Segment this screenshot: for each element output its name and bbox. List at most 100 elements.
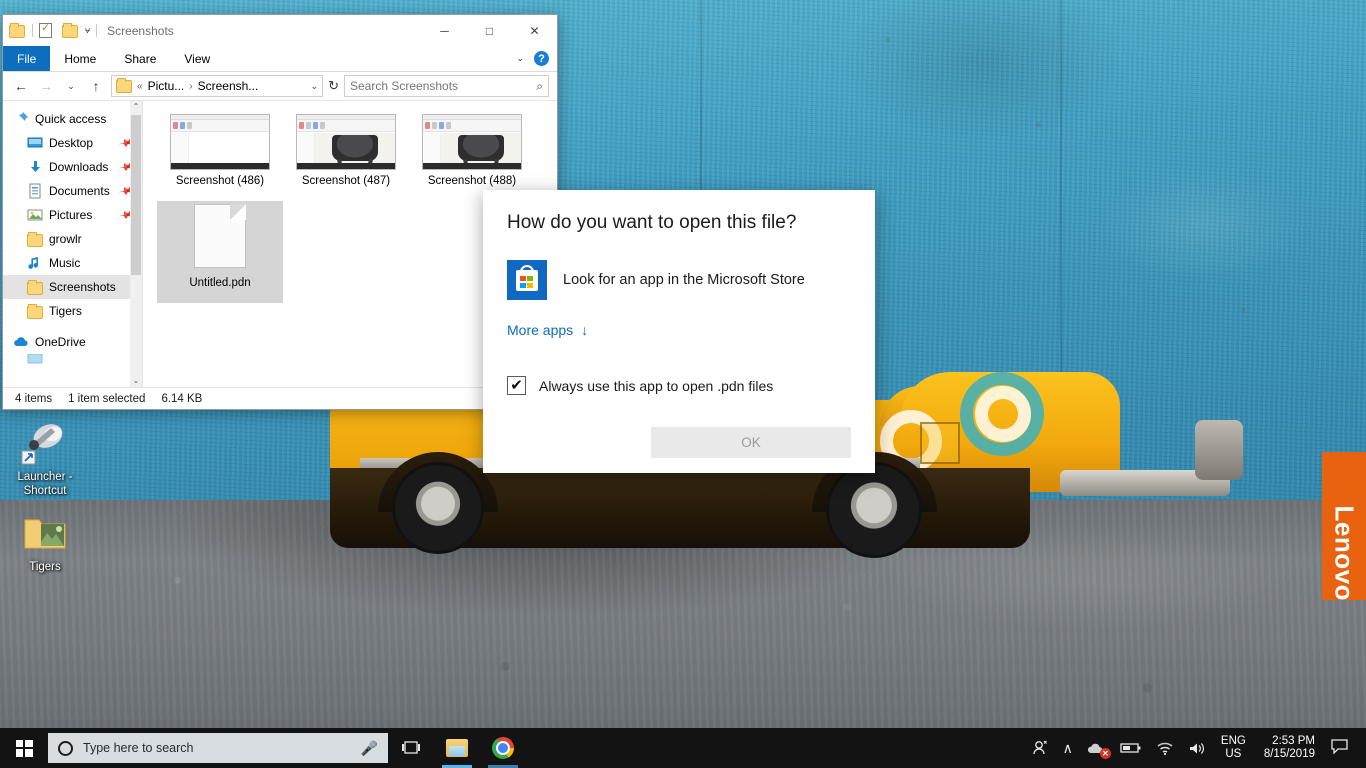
tab-share[interactable]: Share: [110, 46, 170, 71]
action-center-button[interactable]: [1325, 738, 1360, 758]
file-explorer-icon: [446, 739, 468, 757]
quick-access-toolbar[interactable]: ⩝: [9, 21, 98, 39]
sidebar-item-pictures[interactable]: Pictures 📌: [3, 203, 142, 227]
sidebar-item-downloads[interactable]: Downloads 📌: [3, 155, 142, 179]
sidebar-item-label: Downloads: [49, 160, 109, 174]
show-hidden-icons-chevron[interactable]: ∧: [1056, 728, 1080, 768]
sidebar-item-label: OneDrive: [35, 335, 86, 349]
cortana-circle-icon: [58, 740, 73, 756]
new-folder-icon[interactable]: [62, 22, 79, 39]
battery-icon[interactable]: [1113, 728, 1149, 768]
always-use-checkbox[interactable]: ✔: [507, 376, 526, 395]
file-item[interactable]: Screenshot (487): [283, 111, 409, 201]
desktop-icon-launcher[interactable]: Launcher - Shortcut: [2, 418, 88, 498]
arrow-down-icon: ↓: [581, 322, 589, 338]
sidebar-item-label: Desktop: [49, 136, 94, 150]
more-apps-label: More apps: [507, 322, 574, 338]
always-use-checkbox-row[interactable]: ✔ Always use this app to open .pdn files: [507, 376, 851, 395]
search-placeholder: Search Screenshots: [350, 79, 459, 93]
taskbar-app-file-explorer[interactable]: [434, 728, 480, 768]
status-bar: 4 items 1 item selected 6.14 KB: [3, 387, 557, 409]
breadcrumb-current[interactable]: Screensh...: [198, 79, 259, 93]
customize-chevron-icon[interactable]: ⩝: [85, 25, 90, 36]
breadcrumb[interactable]: « Pictu... › Screensh... ⌄: [111, 75, 324, 97]
screenshot-blank-thumbnail: [170, 114, 270, 172]
taskbar-app-chrome[interactable]: [480, 728, 526, 768]
onedrive-tray-icon[interactable]: ✕: [1080, 728, 1113, 768]
tab-file[interactable]: File: [3, 46, 51, 71]
open-with-dialog[interactable]: How do you want to open this file? Look …: [483, 190, 875, 473]
file-explorer-window[interactable]: ⩝ Screenshots ─ □ ✕ File Home Share View…: [2, 14, 558, 410]
sidebar-item-this-pc-partial[interactable]: [3, 354, 142, 364]
more-apps-link[interactable]: More apps ↓: [507, 322, 588, 338]
file-item[interactable]: Screenshot (488): [409, 111, 535, 201]
tab-view[interactable]: View: [170, 46, 224, 71]
refresh-icon[interactable]: ↻: [328, 78, 339, 94]
sidebar-item-music[interactable]: Music: [3, 251, 142, 275]
sidebar-item-documents[interactable]: Documents 📌: [3, 179, 142, 203]
file-item-selected[interactable]: Untitled.pdn: [157, 201, 283, 303]
wifi-icon[interactable]: [1149, 728, 1181, 768]
explorer-titlebar[interactable]: ⩝ Screenshots ─ □ ✕: [3, 15, 557, 46]
microphone-icon[interactable]: 🎤: [361, 740, 378, 757]
navigation-pane[interactable]: Quick access Desktop 📌 Downloads 📌 Docum…: [3, 101, 143, 387]
window-title: Screenshots: [107, 23, 174, 38]
sidebar-item-onedrive[interactable]: OneDrive: [3, 330, 142, 354]
sidebar-item-desktop[interactable]: Desktop 📌: [3, 131, 142, 155]
start-button[interactable]: [0, 728, 48, 768]
window-controls[interactable]: ─ □ ✕: [422, 15, 557, 46]
lenovo-logo-text: Lenovo: [1329, 505, 1360, 601]
taskbar[interactable]: Type here to search 🎤 ∧ ✕ ENG US 2:53 PM…: [0, 728, 1366, 768]
onedrive-error-badge: ✕: [1099, 748, 1111, 759]
pictures-icon: [27, 207, 43, 223]
close-button[interactable]: ✕: [512, 15, 557, 46]
chevron-down-icon[interactable]: ⌄: [311, 81, 319, 92]
breadcrumb-parent[interactable]: Pictu...: [148, 79, 185, 93]
store-option-row[interactable]: Look for an app in the Microsoft Store: [507, 260, 851, 300]
folder-icon[interactable]: [9, 22, 26, 39]
clock-date: 8/15/2019: [1263, 748, 1315, 760]
up-button[interactable]: ↑: [86, 78, 106, 94]
ok-button[interactable]: OK: [651, 427, 851, 458]
breadcrumb-prefix: «: [137, 80, 143, 92]
desktop-icon-label: Tigers: [29, 561, 61, 573]
status-item-count: 4 items: [15, 392, 53, 405]
maximize-button[interactable]: □: [467, 15, 512, 46]
properties-icon[interactable]: [39, 21, 56, 39]
file-item[interactable]: Screenshot (486): [157, 111, 283, 201]
sidebar-item-tigers[interactable]: Tigers: [3, 299, 142, 323]
car-grille: [1195, 420, 1243, 480]
sidebar-item-screenshots[interactable]: Screenshots: [3, 275, 142, 299]
store-option-label: Look for an app in the Microsoft Store: [563, 272, 805, 288]
navigation-scrollbar[interactable]: ⌃ ⌄: [130, 101, 142, 387]
search-input[interactable]: Type here to search 🎤: [48, 733, 388, 763]
forward-button[interactable]: →: [36, 78, 56, 94]
sidebar-item-quick-access[interactable]: Quick access: [3, 107, 142, 131]
search-icon[interactable]: ⌕: [536, 79, 543, 94]
people-icon[interactable]: [1024, 728, 1056, 768]
language-indicator[interactable]: ENG US: [1213, 735, 1254, 761]
ribbon-tabs[interactable]: File Home Share View ⌄ ?: [3, 46, 557, 72]
collapse-ribbon-icon[interactable]: ⌄: [516, 53, 524, 64]
scroll-down-arrow[interactable]: ⌄: [130, 375, 142, 387]
back-button[interactable]: ←: [11, 78, 31, 94]
task-view-button[interactable]: [388, 728, 434, 768]
system-tray[interactable]: ∧ ✕ ENG US 2:53 PM 8/15/2019: [1024, 728, 1366, 768]
search-placeholder: Type here to search: [83, 741, 194, 755]
clock[interactable]: 2:53 PM 8/15/2019: [1254, 735, 1325, 761]
recent-locations-button[interactable]: ⌄: [61, 81, 81, 92]
clock-time: 2:53 PM: [1272, 735, 1315, 747]
desktop-icon-tigers[interactable]: Tigers: [2, 508, 88, 574]
language-line1: ENG: [1220, 735, 1246, 747]
search-input[interactable]: Search Screenshots ⌕: [344, 75, 549, 97]
volume-icon[interactable]: [1181, 728, 1213, 768]
tab-home[interactable]: Home: [50, 46, 110, 71]
folder-icon: [27, 231, 43, 247]
sidebar-item-growlr[interactable]: growlr: [3, 227, 142, 251]
scrollbar-thumb[interactable]: [131, 115, 141, 275]
desktop-icon-label: Launcher - Shortcut: [17, 471, 73, 497]
scroll-up-arrow[interactable]: ⌃: [130, 101, 142, 113]
help-icon[interactable]: ?: [534, 51, 549, 66]
minimize-button[interactable]: ─: [422, 15, 467, 46]
address-bar[interactable]: ← → ⌄ ↑ « Pictu... › Screensh... ⌄ ↻ Sea…: [3, 72, 557, 100]
